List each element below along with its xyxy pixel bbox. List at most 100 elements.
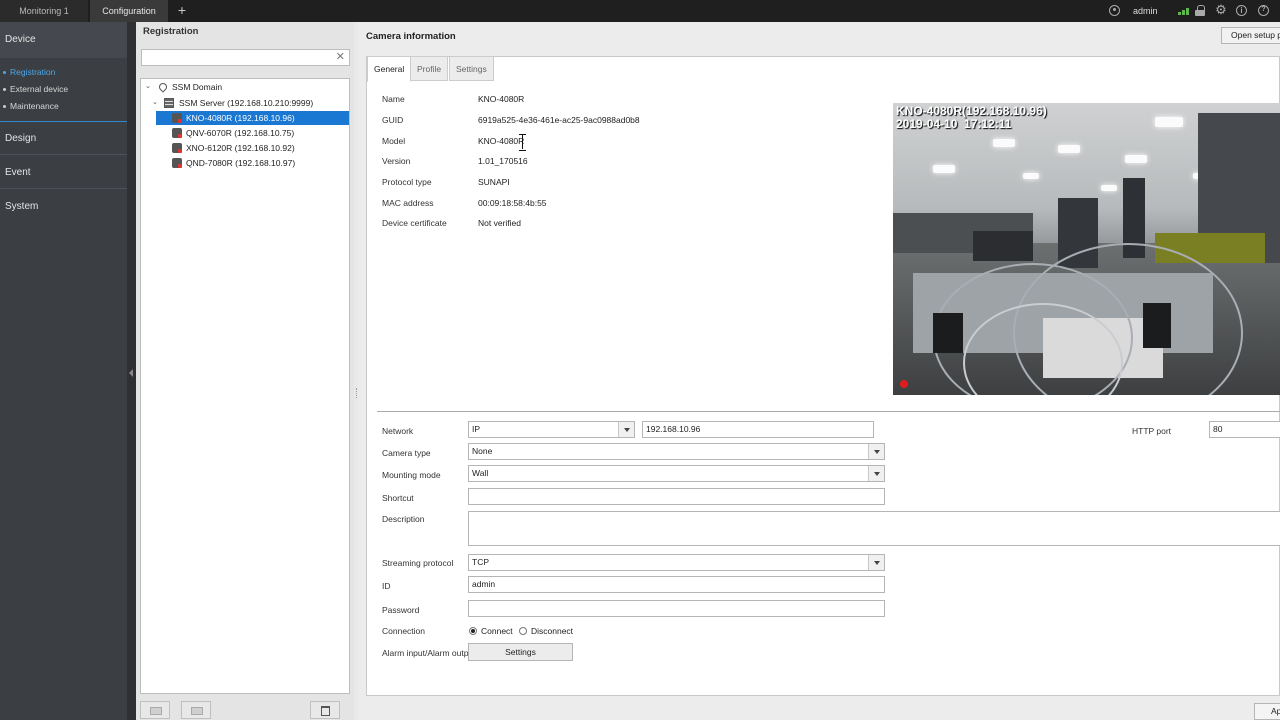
chevron-down-icon bbox=[618, 422, 634, 437]
bullet-icon bbox=[3, 71, 6, 75]
connect-radio-label[interactable]: Connect bbox=[481, 626, 513, 636]
nav-item-registration[interactable]: Registration bbox=[3, 67, 55, 77]
tab-general[interactable]: General bbox=[367, 56, 412, 82]
disconnect-radio[interactable] bbox=[519, 627, 527, 635]
user-icon[interactable] bbox=[1109, 5, 1120, 16]
camera-icon bbox=[172, 143, 182, 153]
nav-separator bbox=[0, 154, 127, 155]
description-label: Description bbox=[382, 514, 425, 524]
device-search-input[interactable]: ✕ bbox=[141, 49, 350, 66]
device-certificate-value: Not verified bbox=[478, 218, 521, 228]
camera-icon bbox=[172, 128, 182, 138]
tree-node-server[interactable]: ⌄ SSM Server (192.168.10.210:9999) bbox=[141, 96, 349, 110]
text-cursor-icon bbox=[519, 134, 527, 151]
location-pin-icon bbox=[157, 81, 169, 93]
tree-node-camera[interactable]: QND-7080R (192.168.10.97) bbox=[156, 156, 349, 170]
help-icon[interactable]: ? bbox=[1258, 5, 1269, 16]
gear-icon[interactable]: ⚙ bbox=[1214, 3, 1228, 17]
preview-overlay-text: KNO-4080R(192.168.10.96) 2019-04-10 17:1… bbox=[896, 104, 1047, 131]
connection-status-icon bbox=[1178, 8, 1189, 15]
tab-configuration[interactable]: Configuration bbox=[90, 0, 168, 22]
http-port-input[interactable]: 80 bbox=[1209, 421, 1280, 438]
mounting-mode-select[interactable]: Wall bbox=[468, 465, 885, 482]
connection-label: Connection bbox=[382, 626, 426, 636]
preview-light bbox=[1155, 117, 1183, 127]
protocol-type-value: SUNAPI bbox=[478, 177, 510, 187]
network-label: Network bbox=[382, 426, 414, 436]
model-label: Model bbox=[382, 136, 406, 146]
expand-chevron-icon[interactable]: ⌄ bbox=[152, 96, 158, 110]
id-input[interactable]: admin bbox=[468, 576, 885, 593]
protocol-type-label: Protocol type bbox=[382, 177, 432, 187]
username-label: admin bbox=[1133, 6, 1158, 16]
device-certificate-label: Device certificate bbox=[382, 218, 447, 228]
nav-event[interactable]: Event bbox=[0, 160, 127, 186]
ip-address-input[interactable]: 192.168.10.96 bbox=[642, 421, 874, 438]
mac-address-value: 00:09:18:58:4b:55 bbox=[478, 198, 547, 208]
streaming-protocol-label: Streaming protocol bbox=[382, 558, 454, 568]
camera-live-preview[interactable]: KNO-4080R(192.168.10.96) 2019-04-10 17:1… bbox=[893, 103, 1280, 395]
preview-light bbox=[1023, 173, 1039, 179]
nav-separator bbox=[0, 188, 127, 189]
server-icon bbox=[164, 98, 174, 108]
camera-information-panel: Camera information Open setup page Name … bbox=[358, 22, 1280, 720]
apply-button[interactable]: Apply bbox=[1254, 703, 1280, 720]
tree-node-domain[interactable]: ⌄ SSM Domain bbox=[141, 80, 349, 94]
description-textarea[interactable] bbox=[468, 511, 1280, 546]
info-icon[interactable]: i bbox=[1236, 5, 1247, 16]
nav-system[interactable]: System bbox=[0, 194, 127, 220]
mac-address-label: MAC address bbox=[382, 198, 434, 208]
top-bar: Monitoring 1 Configuration + admin ⚙ i ? bbox=[0, 0, 1280, 22]
move-device-button[interactable] bbox=[181, 701, 211, 719]
alarm-input-output-label: Alarm input/Alarm output bbox=[382, 648, 476, 658]
recording-indicator-icon bbox=[900, 380, 908, 388]
delete-device-button[interactable] bbox=[310, 701, 340, 719]
nav-design[interactable]: Design bbox=[0, 126, 127, 152]
clear-search-icon[interactable]: ✕ bbox=[336, 51, 345, 64]
tree-node-camera[interactable]: XNO-6120R (192.168.10.92) bbox=[156, 141, 349, 155]
open-setup-page-button[interactable]: Open setup page bbox=[1221, 27, 1280, 44]
guid-value: 6919a525-4e36-461e-ac25-9ac0988ad0b8 bbox=[478, 115, 640, 125]
shortcut-label: Shortcut bbox=[382, 493, 414, 503]
chevron-down-icon bbox=[868, 466, 884, 481]
register-icon bbox=[150, 707, 162, 715]
disconnect-radio-label[interactable]: Disconnect bbox=[531, 626, 573, 636]
camera-information-title: Camera information bbox=[366, 31, 456, 42]
collapse-arrow-icon[interactable] bbox=[129, 369, 133, 377]
connect-radio[interactable] bbox=[469, 627, 477, 635]
chevron-down-icon bbox=[868, 555, 884, 570]
trash-icon bbox=[321, 706, 330, 716]
tree-node-camera[interactable]: QNV-6070R (192.168.10.75) bbox=[156, 126, 349, 140]
add-tab-button[interactable]: + bbox=[175, 0, 189, 22]
alarm-settings-button[interactable]: Settings bbox=[468, 643, 573, 661]
preview-camera-device bbox=[933, 313, 963, 353]
register-device-button[interactable] bbox=[140, 701, 170, 719]
tab-profile[interactable]: Profile bbox=[410, 56, 449, 81]
nav-item-maintenance[interactable]: Maintenance bbox=[3, 101, 59, 111]
camera-type-label: Camera type bbox=[382, 448, 431, 458]
section-divider bbox=[377, 411, 1280, 412]
nav-divider bbox=[0, 121, 127, 122]
camera-type-select[interactable]: None bbox=[468, 443, 885, 460]
move-icon bbox=[191, 707, 203, 715]
password-label: Password bbox=[382, 605, 420, 615]
network-type-select[interactable]: IP bbox=[468, 421, 635, 438]
shortcut-input[interactable] bbox=[468, 488, 885, 505]
nav-item-external-device[interactable]: External device bbox=[3, 84, 68, 94]
password-input[interactable] bbox=[468, 600, 885, 617]
tab-settings[interactable]: Settings bbox=[449, 56, 494, 81]
streaming-protocol-select[interactable]: TCP bbox=[468, 554, 885, 571]
camera-icon bbox=[172, 158, 182, 168]
tree-node-camera[interactable]: KNO-4080R (192.168.10.96) bbox=[156, 111, 349, 125]
expand-chevron-icon[interactable]: ⌄ bbox=[145, 80, 151, 94]
version-label: Version bbox=[382, 156, 411, 166]
tab-monitoring-1[interactable]: Monitoring 1 bbox=[0, 0, 88, 22]
nav-device[interactable]: Device bbox=[0, 22, 127, 58]
preview-light bbox=[1101, 185, 1117, 191]
model-value: KNO-4080R bbox=[478, 136, 525, 146]
id-label: ID bbox=[382, 581, 391, 591]
device-tree: ⌄ SSM Domain ⌄ SSM Server (192.168.10.21… bbox=[140, 78, 350, 694]
splitter-grip-icon bbox=[356, 388, 357, 398]
preview-light bbox=[1125, 155, 1147, 163]
lock-icon[interactable] bbox=[1195, 5, 1205, 16]
